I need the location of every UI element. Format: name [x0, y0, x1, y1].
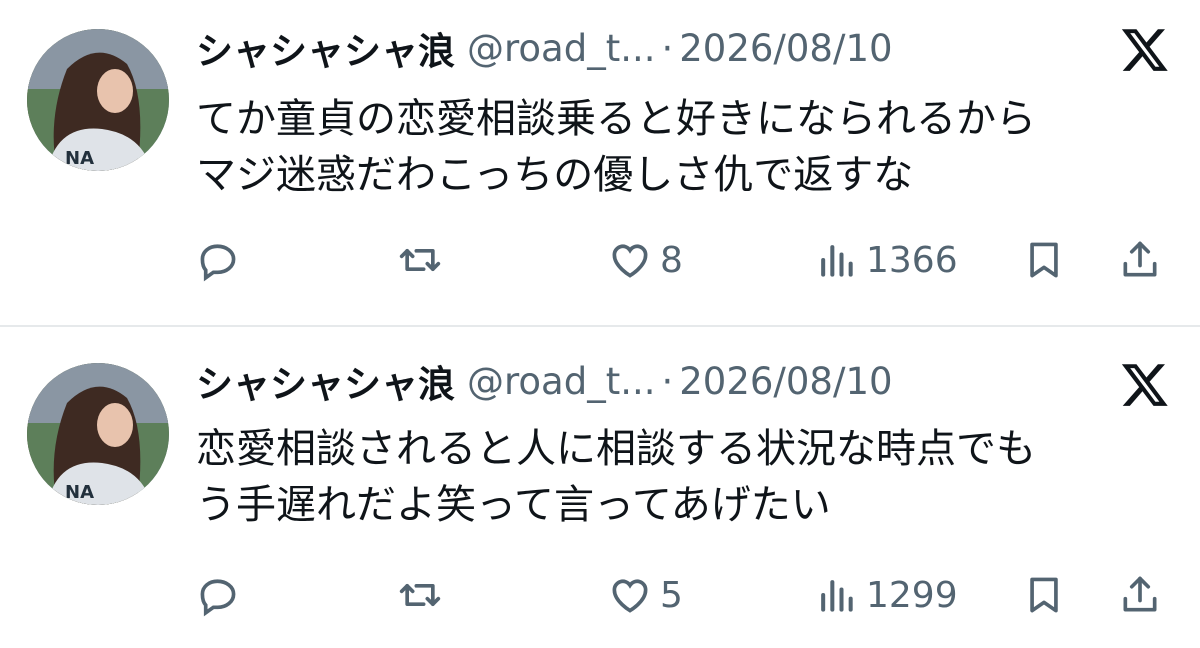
separator-dot: ·	[661, 359, 674, 403]
reply-button[interactable]	[196, 567, 240, 623]
x-logo-icon[interactable]	[1120, 359, 1170, 409]
retweet-button[interactable]	[398, 567, 442, 623]
views-button[interactable]: 1299	[814, 567, 958, 623]
avatar[interactable]: NA	[27, 29, 169, 171]
reply-button[interactable]	[196, 232, 240, 288]
views-chart-icon	[821, 580, 853, 612]
retweet-icon	[399, 584, 441, 606]
bookmark-button[interactable]	[1022, 567, 1066, 623]
bookmark-icon	[1030, 242, 1058, 278]
like-count: 8	[660, 239, 683, 281]
author-handle[interactable]: @road_t...	[467, 27, 656, 70]
view-count: 1299	[866, 574, 958, 616]
heart-icon	[612, 244, 648, 278]
svg-text:NA: NA	[65, 482, 94, 503]
like-count: 5	[660, 574, 683, 616]
author-name[interactable]: シャシャシャ浪	[196, 354, 455, 408]
avatar[interactable]: NA	[27, 363, 169, 505]
share-icon	[1123, 241, 1157, 277]
share-button[interactable]	[1118, 567, 1162, 623]
tweet-text: てか童貞の恋愛相談乗ると好きになられるから マジ迷惑だわこっちの優しさ仇で返すな	[196, 91, 1176, 203]
share-button[interactable]	[1118, 232, 1162, 288]
bookmark-button[interactable]	[1022, 232, 1066, 288]
author-handle[interactable]: @road_t...	[467, 360, 656, 403]
reply-icon	[200, 244, 236, 282]
action-bar: 8 1366	[0, 232, 1200, 288]
tweet-date[interactable]: 2026/08/10	[679, 27, 892, 70]
author-name[interactable]: シャシャシャ浪	[196, 21, 455, 75]
svg-text:NA: NA	[65, 148, 94, 169]
reply-icon	[200, 579, 236, 617]
tweet-text-line: 恋愛相談されると人に相談する状況な時点でも	[196, 426, 1036, 472]
separator-dot: ·	[661, 26, 674, 70]
view-count: 1366	[866, 239, 958, 281]
tweet-text: 恋愛相談されると人に相談する状況な時点でも う手遅れだよ笑って言ってあげたい	[196, 421, 1176, 533]
tweet-header: シャシャシャ浪 @road_t... · 2026/08/10	[196, 21, 893, 75]
tweet-text-line: う手遅れだよ笑って言ってあげたい	[196, 482, 831, 528]
views-button[interactable]: 1366	[814, 232, 958, 288]
views-chart-icon	[821, 245, 853, 277]
tweet-header: シャシャシャ浪 @road_t... · 2026/08/10	[196, 354, 893, 408]
action-bar: 5 1299	[0, 567, 1200, 623]
tweet-card[interactable]: NA シャシャシャ浪 @road_t... · 2026/08/10 恋愛相談さ…	[0, 327, 1200, 648]
share-icon	[1123, 576, 1157, 612]
like-button[interactable]: 8	[608, 232, 683, 288]
tweet-text-line: マジ迷惑だわこっちの優しさ仇で返すな	[196, 152, 914, 198]
tweet-date[interactable]: 2026/08/10	[679, 360, 892, 403]
retweet-icon	[399, 249, 441, 271]
tweet-text-line: てか童貞の恋愛相談乗ると好きになられるから	[196, 96, 1036, 142]
heart-icon	[612, 579, 648, 613]
tweet-card[interactable]: NA シャシャシャ浪 @road_t... · 2026/08/10 てか童貞の…	[0, 0, 1200, 326]
x-logo-icon[interactable]	[1120, 24, 1170, 74]
retweet-button[interactable]	[398, 232, 442, 288]
like-button[interactable]: 5	[608, 567, 683, 623]
bookmark-icon	[1030, 577, 1058, 613]
